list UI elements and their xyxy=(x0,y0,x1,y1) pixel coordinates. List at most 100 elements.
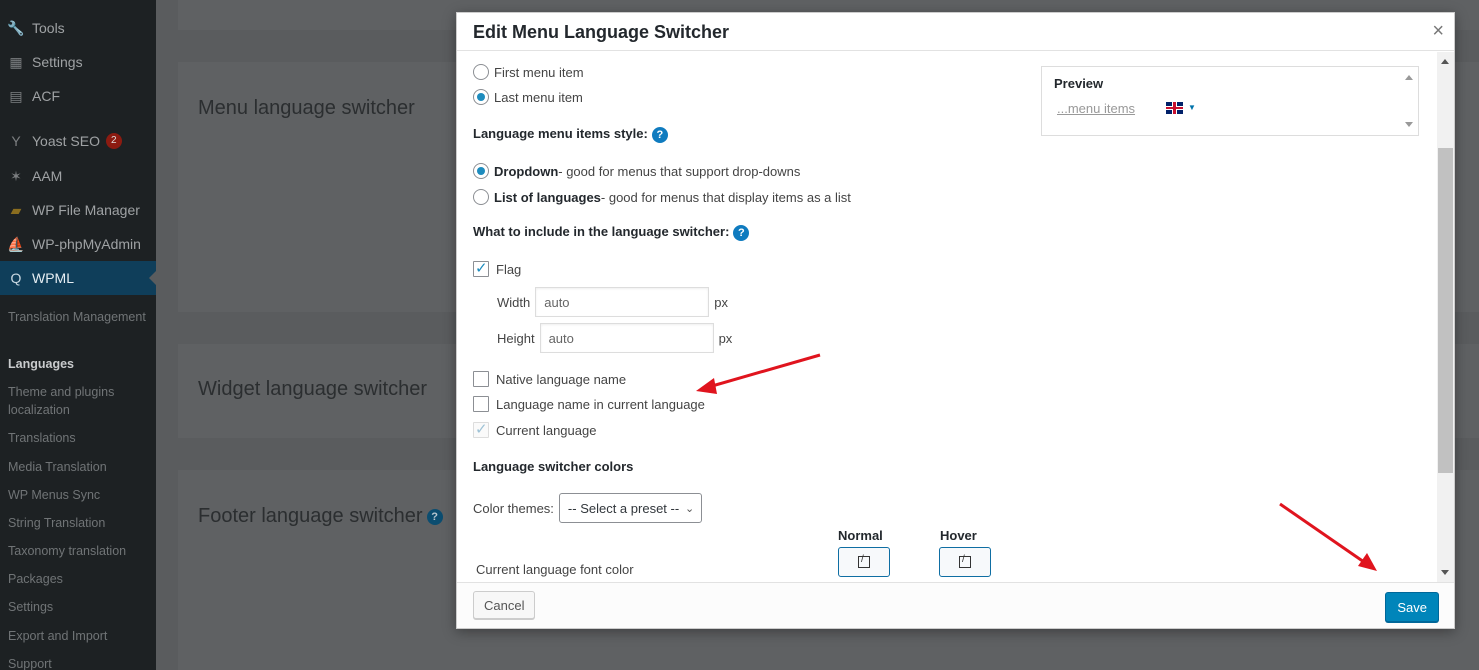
menu-item-label: Yoast SEO xyxy=(32,133,100,149)
option-description: - good for menus that display items as a… xyxy=(600,189,851,205)
checkbox-label: Flag xyxy=(496,261,522,277)
menu-item-tools[interactable]: 🔧 Tools xyxy=(0,11,156,45)
menu-item-wpml[interactable]: Q WPML xyxy=(0,261,156,295)
scroll-up-icon[interactable] xyxy=(1405,75,1413,80)
preview-box: Preview ...menu items ▼ xyxy=(1041,66,1419,136)
style-section-label: Language menu items style:? xyxy=(473,126,668,143)
chevron-down-icon: ⌄ xyxy=(684,503,695,515)
yoast-icon: Y xyxy=(11,133,21,149)
preview-scrollbar[interactable] xyxy=(1401,67,1418,135)
menu-item-aam[interactable]: ✶ AAM xyxy=(0,159,156,193)
notification-badge: 2 xyxy=(105,133,122,149)
color-themes-label: Color themes: xyxy=(473,500,554,516)
radio-label: Last menu item xyxy=(494,89,583,105)
unit-label: px xyxy=(714,294,728,310)
color-picker-icon xyxy=(959,554,971,568)
checkbox-label: Current language xyxy=(496,422,597,438)
dialog-scrollbar[interactable] xyxy=(1437,52,1454,582)
checkbox-label: Language name in current language xyxy=(496,396,705,412)
flag-checkbox[interactable] xyxy=(473,259,489,277)
hover-column-header: Hover xyxy=(940,528,977,543)
preview-menu-items-link[interactable]: ...menu items xyxy=(1057,101,1135,116)
footer-switcher-heading: Footer language switcher? xyxy=(198,505,443,528)
uk-flag-icon[interactable] xyxy=(1166,102,1183,114)
position-first-option[interactable]: First menu item xyxy=(473,64,584,80)
acf-icon: ▤ xyxy=(9,87,23,104)
dialog-footer: Cancel Save xyxy=(457,582,1454,628)
admin-sidebar: 🔧 Tools ▦ Settings ▤ ACF Y Yoast SEO 2 ✶… xyxy=(0,0,156,670)
help-icon[interactable]: ? xyxy=(651,127,668,143)
flag-height-row: Height px xyxy=(497,323,732,353)
style-dropdown-option[interactable]: Dropdown - good for menus that support d… xyxy=(473,163,800,179)
caret-down-icon[interactable]: ▼ xyxy=(1188,103,1196,112)
widget-switcher-heading: Widget language switcher xyxy=(198,378,428,400)
folder-icon: ▰ xyxy=(10,201,22,218)
native-name-option[interactable]: Native language name xyxy=(473,371,626,387)
submenu-settings[interactable]: Settings xyxy=(8,598,153,616)
menu-item-label: Settings xyxy=(32,54,83,70)
menu-item-yoast[interactable]: Y Yoast SEO 2 xyxy=(0,124,156,158)
flag-width-row: Width px xyxy=(497,287,728,317)
submenu-packages[interactable]: Packages xyxy=(8,570,153,588)
radio-dropdown[interactable] xyxy=(473,163,489,179)
current-name-checkbox[interactable] xyxy=(473,396,489,412)
preset-select[interactable]: -- Select a preset -- ⌄ xyxy=(558,493,703,523)
menu-item-phpmyadmin[interactable]: ⛵ WP-phpMyAdmin xyxy=(0,227,156,261)
position-last-option[interactable]: Last menu item xyxy=(473,89,583,105)
preset-value: -- Select a preset -- xyxy=(567,500,680,516)
checkbox-label: Native language name xyxy=(496,371,627,387)
colors-section-label: Language switcher colors xyxy=(473,459,634,474)
submenu-wp-menus-sync[interactable]: WP Menus Sync xyxy=(8,486,153,504)
cancel-button[interactable]: Cancel xyxy=(473,591,536,619)
normal-color-picker[interactable] xyxy=(838,547,890,577)
submenu-translations[interactable]: Translations xyxy=(8,429,153,447)
option-name: List of languages xyxy=(494,189,601,205)
native-name-checkbox[interactable] xyxy=(473,371,489,387)
scroll-down-icon[interactable] xyxy=(1405,122,1413,127)
flag-option[interactable]: Flag xyxy=(473,259,522,277)
flag-height-input[interactable] xyxy=(539,323,714,353)
save-button[interactable]: Save xyxy=(1385,592,1439,622)
submenu-support[interactable]: Support xyxy=(8,655,153,670)
menu-item-settings[interactable]: ▦ Settings xyxy=(0,45,156,79)
menu-switcher-heading: Menu language switcher xyxy=(198,97,415,119)
unit-label: px xyxy=(718,330,733,346)
submenu-theme-plugins-localization[interactable]: Theme and plugins localization xyxy=(8,383,153,419)
current-menu-arrow xyxy=(149,271,156,285)
flag-width-input[interactable] xyxy=(535,287,710,317)
submenu-export-import[interactable]: Export and Import xyxy=(8,627,153,645)
scroll-thumb[interactable] xyxy=(1438,148,1453,473)
submenu-string-translation[interactable]: String Translation xyxy=(8,514,153,532)
menu-item-label: WP File Manager xyxy=(32,202,140,218)
submenu-taxonomy-translation[interactable]: Taxonomy translation xyxy=(8,542,153,560)
scroll-up-icon[interactable] xyxy=(1441,59,1449,64)
radio-first-menu-item[interactable] xyxy=(473,64,489,80)
submenu-translation-management[interactable]: Translation Management xyxy=(8,308,153,326)
option-name: Dropdown xyxy=(494,163,559,179)
submenu-media-translation[interactable]: Media Translation xyxy=(8,458,153,476)
help-icon[interactable]: ? xyxy=(426,509,443,525)
option-description: - good for menus that support drop-downs xyxy=(558,163,801,179)
style-list-option[interactable]: List of languages - good for menus that … xyxy=(473,189,851,205)
hover-color-picker[interactable] xyxy=(939,547,991,577)
menu-item-file-manager[interactable]: ▰ WP File Manager xyxy=(0,193,156,227)
radio-last-menu-item[interactable] xyxy=(473,89,489,105)
color-picker-icon xyxy=(858,554,870,568)
wrench-icon: 🔧 xyxy=(7,19,25,36)
menu-item-acf[interactable]: ▤ ACF xyxy=(0,79,156,113)
close-icon[interactable]: × xyxy=(1432,21,1444,41)
current-language-checkbox xyxy=(473,420,489,438)
scroll-down-icon[interactable] xyxy=(1441,570,1449,575)
help-icon[interactable]: ? xyxy=(733,225,750,241)
radio-list-of-languages[interactable] xyxy=(473,189,489,205)
preview-title: Preview xyxy=(1054,76,1104,91)
radio-label: First menu item xyxy=(494,64,584,80)
dialog-title: Edit Menu Language Switcher xyxy=(473,22,730,42)
width-label: Width xyxy=(497,294,531,310)
include-label: What to include in the language switcher… xyxy=(473,224,730,239)
submenu-languages[interactable]: Languages xyxy=(8,355,153,373)
current-language-option: Current language xyxy=(473,420,597,438)
settings-icon: ▦ xyxy=(9,53,23,70)
current-name-option[interactable]: Language name in current language xyxy=(473,396,705,412)
height-label: Height xyxy=(497,330,535,346)
